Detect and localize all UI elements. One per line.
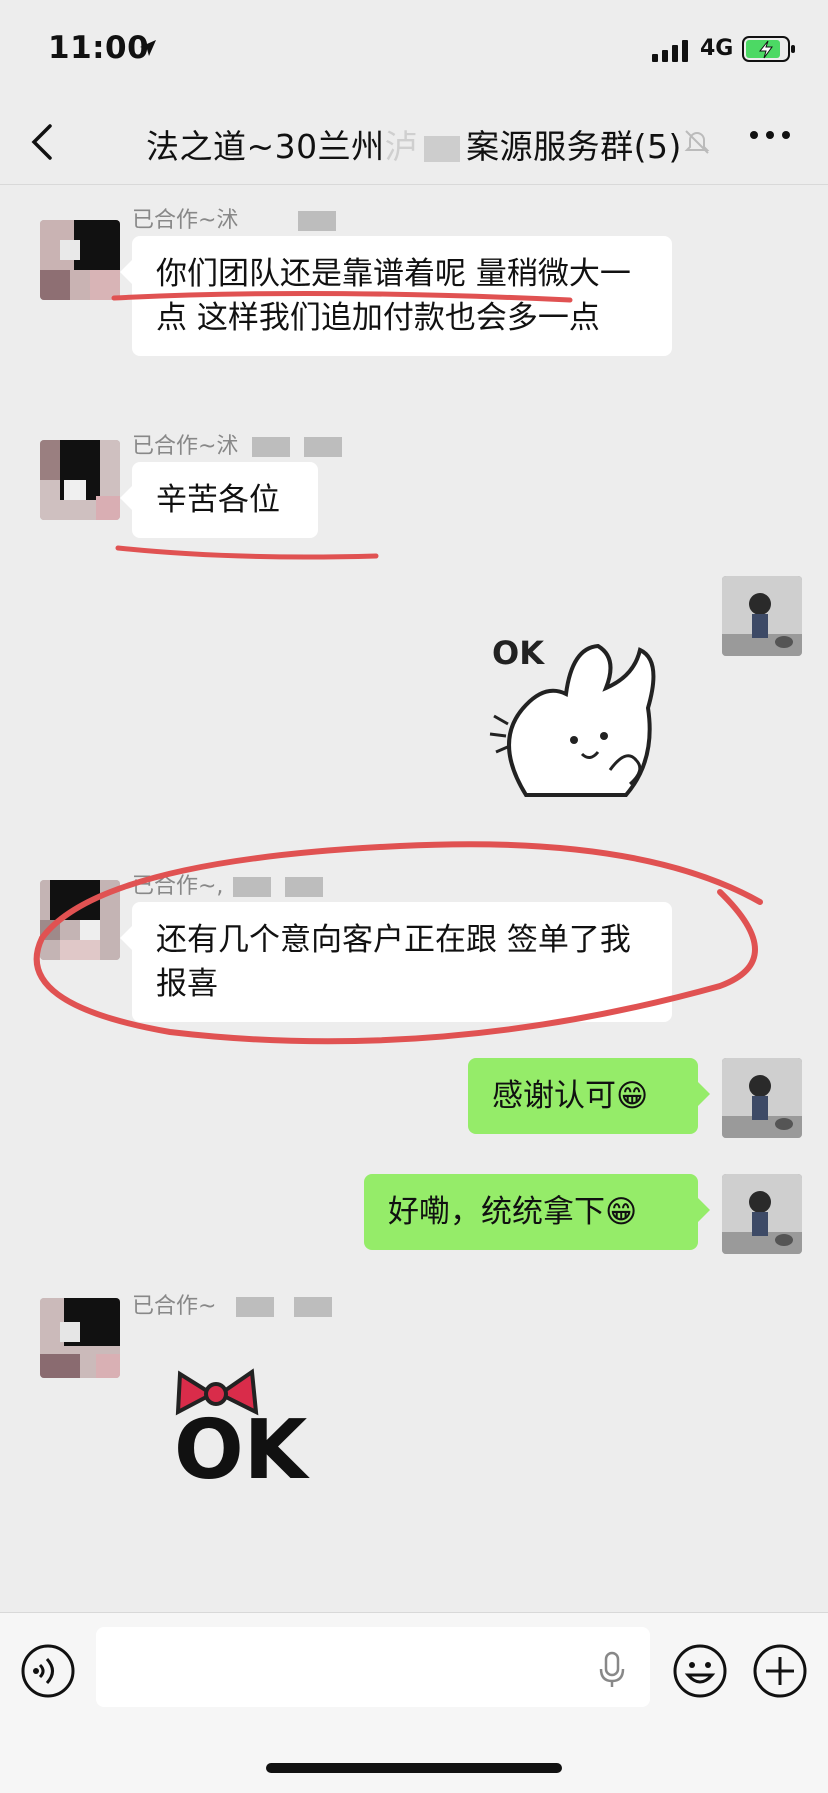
message-text: 辛苦各位 [156, 482, 280, 518]
location-arrow-icon [140, 40, 156, 56]
input-bar [0, 1612, 828, 1793]
sticker-image[interactable]: OK [486, 620, 662, 800]
sender-name: 已合作~沭 [132, 202, 337, 234]
sticker-caption: OK [492, 634, 544, 672]
microphone-icon[interactable] [598, 1651, 626, 1689]
message-bubble-mine[interactable]: 感谢认可😁 [468, 1058, 710, 1134]
status-bar: 11:00 4G [0, 0, 828, 100]
my-avatar[interactable] [722, 576, 802, 656]
message-bubble[interactable]: 你们团队还是靠谱着呢 量稍微大一点 这样我们追加付款也会多一点 [120, 236, 672, 356]
obscured-title-fragment: 泸 [384, 127, 419, 166]
battery-charging-icon [742, 36, 795, 62]
blurred-title-patch [424, 135, 461, 162]
my-avatar[interactable] [722, 1174, 802, 1254]
sticker-caption: OK [174, 1403, 308, 1498]
message-text: 还有几个意向客户正在跟 签单了我报喜 [156, 922, 631, 1002]
message-input[interactable] [96, 1627, 650, 1707]
status-time: 11:00 [48, 30, 150, 66]
my-avatar[interactable] [722, 1058, 802, 1138]
chat-header: 法之道~30兰州泸 案源服务群(5) [0, 100, 828, 185]
mute-bell-icon [684, 130, 710, 154]
red-underline-annotation [115, 545, 379, 560]
message-bubble[interactable]: 还有几个意向客户正在跟 签单了我报喜 [120, 902, 672, 1022]
plus-icon[interactable] [752, 1643, 808, 1699]
avatar[interactable] [40, 880, 120, 960]
signal-icon [652, 40, 688, 62]
avatar[interactable] [40, 440, 120, 520]
home-indicator[interactable] [266, 1763, 562, 1773]
emoji-icon[interactable] [672, 1643, 728, 1699]
avatar[interactable] [40, 220, 120, 300]
message-bubble-mine[interactable]: 好嘞，统统拿下😁 [364, 1174, 710, 1250]
sender-name: 已合作~ [132, 1288, 333, 1320]
voice-input-icon[interactable] [20, 1643, 76, 1699]
message-text: 好嘞，统统拿下😁 [388, 1194, 638, 1230]
sticker-image[interactable]: OK [172, 1366, 342, 1506]
sender-name: 已合作~沭 [132, 428, 343, 460]
message-text: 你们团队还是靠谱着呢 量稍微大一点 这样我们追加付款也会多一点 [156, 256, 631, 336]
sender-name: 已合作~, [132, 868, 324, 900]
chat-title[interactable]: 法之道~30兰州泸 案源服务群(5) [146, 120, 682, 168]
message-bubble[interactable]: 辛苦各位 [120, 462, 318, 538]
network-type: 4G [700, 36, 734, 61]
message-text: 感谢认可😁 [492, 1078, 649, 1114]
avatar[interactable] [40, 1298, 120, 1378]
more-options-icon[interactable] [748, 128, 792, 142]
back-chevron-icon[interactable] [28, 122, 58, 162]
